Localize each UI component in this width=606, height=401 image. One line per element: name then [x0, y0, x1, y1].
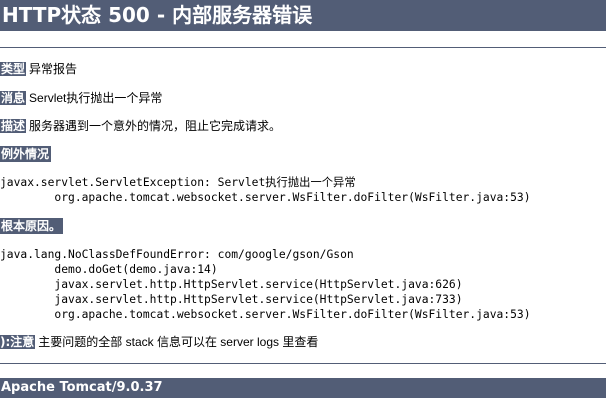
field-type-label: 类型	[0, 62, 27, 76]
root-cause-line: demo.doGet(demo.java:14)	[54, 263, 218, 276]
server-version-footer: Apache Tomcat/9.0.37	[0, 378, 606, 398]
exception-stacktrace: javax.servlet.ServletException: Servlet执…	[0, 175, 531, 205]
root-cause-stacktrace: java.lang.NoClassDefFoundError: com/goog…	[0, 247, 531, 322]
header-divider	[0, 47, 606, 48]
root-cause-line: javax.servlet.http.HttpServlet.service(H…	[54, 293, 463, 306]
field-message-value: Servlet执行抛出一个异常	[29, 91, 163, 105]
field-message-label: 消息	[0, 91, 27, 105]
exception-line: javax.servlet.ServletException: Servlet执…	[0, 176, 356, 189]
root-cause-line: java.lang.NoClassDefFoundError: com/goog…	[0, 248, 354, 261]
root-cause-line: javax.servlet.http.HttpServlet.service(H…	[54, 278, 463, 291]
note-text: 主要问题的全部 stack 信息可以在 server logs 里查看	[38, 335, 319, 349]
field-description-label: 描述	[0, 119, 27, 133]
field-description-value: 服务器遇到一个意外的情况，阻止它完成请求。	[29, 119, 282, 133]
page-title: HTTP状态 500 - 内部服务器错误	[0, 0, 606, 31]
exception-line: org.apache.tomcat.websocket.server.WsFil…	[54, 191, 531, 204]
field-type-value: 异常报告	[29, 62, 78, 76]
field-type: 类型 异常报告	[0, 61, 77, 77]
root-cause-heading: 根本原因。	[0, 218, 64, 234]
field-message: 消息 Servlet执行抛出一个异常	[0, 90, 162, 106]
exception-heading: 例外情况	[0, 146, 52, 162]
root-cause-line: org.apache.tomcat.websocket.server.WsFil…	[54, 308, 531, 321]
field-description: 描述 服务器遇到一个意外的情况，阻止它完成请求。	[0, 118, 281, 134]
note-label: ):注意	[0, 335, 36, 349]
footer-divider	[0, 363, 606, 364]
note-row: ):注意 主要问题的全部 stack 信息可以在 server logs 里查看	[0, 334, 318, 350]
